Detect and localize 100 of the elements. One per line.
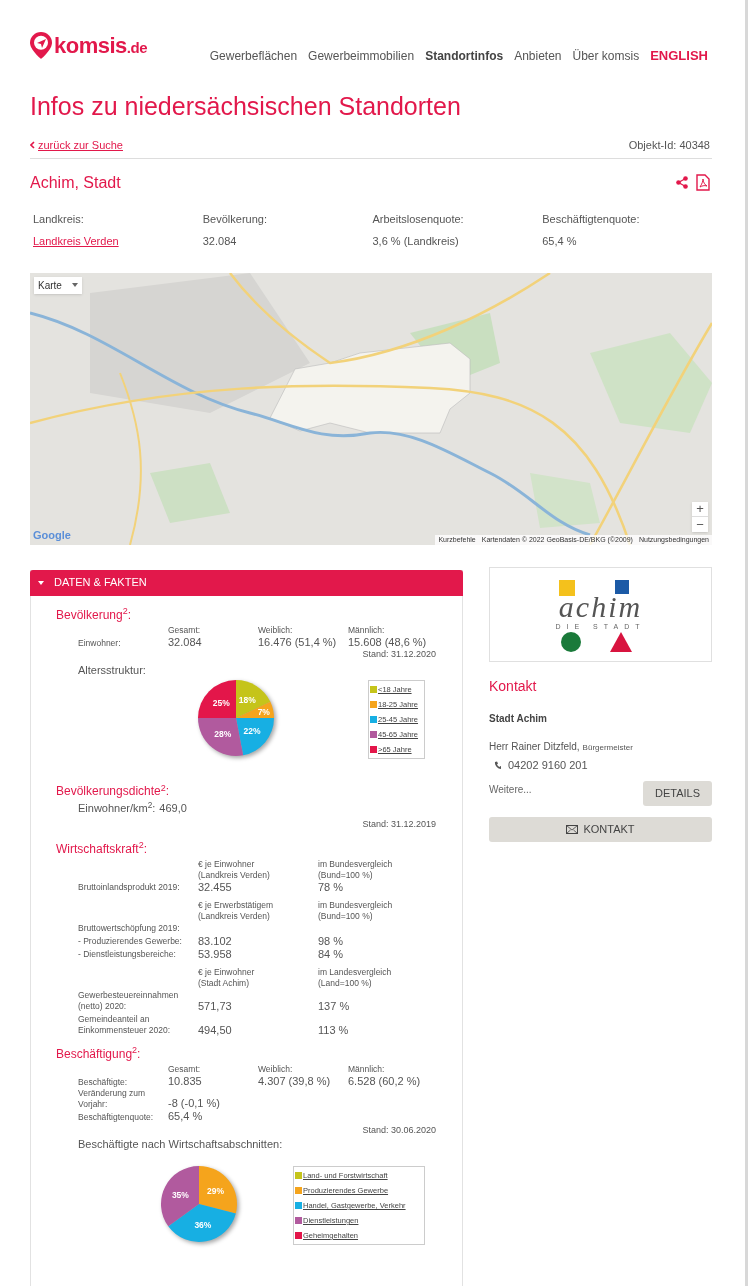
table-value: 78 % xyxy=(318,880,345,894)
column-header: im Landesvergleich xyxy=(318,966,393,978)
column-header: Männlich: xyxy=(348,1063,386,1075)
section-title: Wirtschaftskraft$^{2}$: xyxy=(56,839,149,858)
row-label: - Produzierendes Gewerbe: xyxy=(78,935,183,948)
table-value: 32.455 xyxy=(198,880,233,894)
column-header: im Bundesvergleich xyxy=(318,858,394,870)
column-header: Männlich: xyxy=(348,624,386,636)
row-label: Bruttoinlandsprodukt 2019: xyxy=(78,881,181,894)
data-label: 18% xyxy=(238,695,256,706)
chart-title: Beschäftigte nach Wirtschaftsabschnitten: xyxy=(78,1136,284,1152)
table-value: 10.835 xyxy=(168,1074,203,1088)
zoom-in-button[interactable]: + xyxy=(692,501,708,517)
page-title: Infos zu niedersächsischen Standorten xyxy=(30,94,462,119)
nav-link[interactable]: Gewerbeimmobilien xyxy=(308,50,415,62)
pdf-document-icon[interactable] xyxy=(696,174,710,191)
row-label: Veränderung zum Vorjahr: xyxy=(78,1087,147,1110)
fact-label: Beschäftigtenquote: xyxy=(542,211,641,227)
data-label: 28% xyxy=(214,729,232,740)
table-value: 53.958 xyxy=(198,947,233,961)
phone-icon xyxy=(494,760,501,769)
more-text: Weitere... xyxy=(489,783,532,797)
zoom-out-button[interactable]: − xyxy=(692,516,708,532)
fact-label: Arbeitslosenquote: xyxy=(372,211,465,227)
stand-date: Stand: 31.12.2020 xyxy=(362,648,436,660)
data-label: 36% xyxy=(194,1219,212,1230)
section-title: Bevölkerung$^{2}$: xyxy=(56,605,133,624)
row-label: Beschäftigtenquote: xyxy=(78,1111,155,1123)
column-header: Weiblich: xyxy=(258,1063,294,1075)
table-value: 494,50 xyxy=(198,1023,233,1037)
column-header: Gesamt: xyxy=(168,1063,202,1075)
data-label: 29% xyxy=(207,1186,224,1197)
column-header: € je Erwerbstätigem xyxy=(198,899,275,911)
map-brand-logo: Google xyxy=(33,528,71,543)
column-header: € je Einwohner xyxy=(198,966,256,978)
fact-link[interactable]: Landkreis Verden xyxy=(33,233,119,250)
table-value: 137 % xyxy=(318,999,351,1013)
nav-link[interactable]: Standortinfos xyxy=(425,50,504,62)
phone-number: 04202 9160 201 xyxy=(508,757,588,773)
stand-date: Stand: 31.12.2019 xyxy=(362,818,436,830)
table-value: 98 % xyxy=(318,934,345,948)
stand-date: Stand: 30.06.2020 xyxy=(362,1124,436,1136)
logo-text[interactable]: komsis.de xyxy=(54,34,147,57)
row-label: Bruttowertschöpfung 2019: xyxy=(78,922,181,935)
column-header: Weiblich: xyxy=(258,624,294,636)
column-header: (Stadt Achim) xyxy=(198,977,251,989)
data-label: 7% xyxy=(257,706,270,717)
caret-down-icon xyxy=(72,283,78,287)
object-id: Objekt-Id: 40348 xyxy=(628,138,710,153)
data-label: 25% xyxy=(212,698,230,709)
nav-link[interactable]: Über komsis xyxy=(572,50,640,62)
nav-link[interactable]: Anbieten xyxy=(514,50,562,62)
details-button[interactable]: DETAILS xyxy=(643,781,712,806)
column-header: (Land=100 %) xyxy=(318,977,373,989)
column-header: Gesamt: xyxy=(168,624,202,636)
data-label: 22% xyxy=(243,726,261,737)
table-value: 84 % xyxy=(318,947,345,961)
fact-label: Landkreis: xyxy=(33,211,85,227)
table-value: 15.608 (48,6 %) xyxy=(348,635,428,649)
table-value: 83.102 xyxy=(198,934,233,948)
back-link[interactable]: zurück zur Suche xyxy=(30,137,123,154)
table-value: 16.476 (51,4 %) xyxy=(258,635,338,649)
table-value: 4.307 (39,8 %) xyxy=(258,1074,332,1088)
column-header: € je Einwohner xyxy=(198,858,256,870)
column-header: (Landkreis Verden) xyxy=(198,869,271,881)
fact-value: 3,6 % (Landkreis) xyxy=(372,234,460,249)
fact-label: Bevölkerung: xyxy=(202,211,268,227)
contact-person: Herr Rainer Ditzfeld, xyxy=(489,739,580,754)
nav-link[interactable]: Gewerbeflächen xyxy=(209,50,298,62)
column-header: (Bund=100 %) xyxy=(318,910,374,922)
contact-organization: Stadt Achim xyxy=(489,711,548,726)
table-value: 32.084 xyxy=(168,635,203,649)
panel-title: DATEN & FAKTEN xyxy=(54,575,147,591)
row-label: Einwohner: xyxy=(78,637,122,649)
pin-logo-icon xyxy=(30,32,52,59)
share-icon[interactable] xyxy=(676,176,688,189)
chart-title: Altersstruktur: xyxy=(78,662,147,678)
column-header: (Landkreis Verden) xyxy=(198,910,271,922)
panel-header[interactable]: DATEN & FAKTEN xyxy=(30,569,463,596)
row-label: - Dienstleistungsbereiche: xyxy=(78,948,177,961)
contact-title: Kontakt xyxy=(489,676,538,696)
data-label: 35% xyxy=(171,1189,189,1200)
fact-value: 32.084 xyxy=(202,234,238,249)
column-header: im Bundesvergleich xyxy=(318,899,394,911)
column-header: (Bund=100 %) xyxy=(318,869,374,881)
table-value: 469,0 xyxy=(159,802,187,815)
row-label: Beschäftigte: xyxy=(78,1076,129,1088)
table-value: 113 % xyxy=(318,1023,350,1037)
contact-role: Bürgermeister xyxy=(582,741,633,754)
place-title: Achim, Stadt xyxy=(30,172,121,193)
row-label: Gewerbesteuereinnahmen (netto) 2020: xyxy=(78,989,180,1013)
nav-link[interactable]: ENGLISH xyxy=(650,49,708,62)
contact-button[interactable]: KONTAKT xyxy=(489,817,712,842)
chevron-left-icon xyxy=(30,141,35,150)
table-value: 6.528 (60,2 %) xyxy=(348,1074,422,1088)
table-value: -8 (-0,1 %) xyxy=(168,1096,221,1110)
table-value: 65,4 % xyxy=(168,1109,204,1123)
row-label: Gemeindeanteil an Einkommensteuer 2020: xyxy=(78,1013,172,1037)
section-title: Beschäftigung$^{2}$: xyxy=(56,1044,142,1063)
logo-wordmark: achim xyxy=(558,591,643,622)
